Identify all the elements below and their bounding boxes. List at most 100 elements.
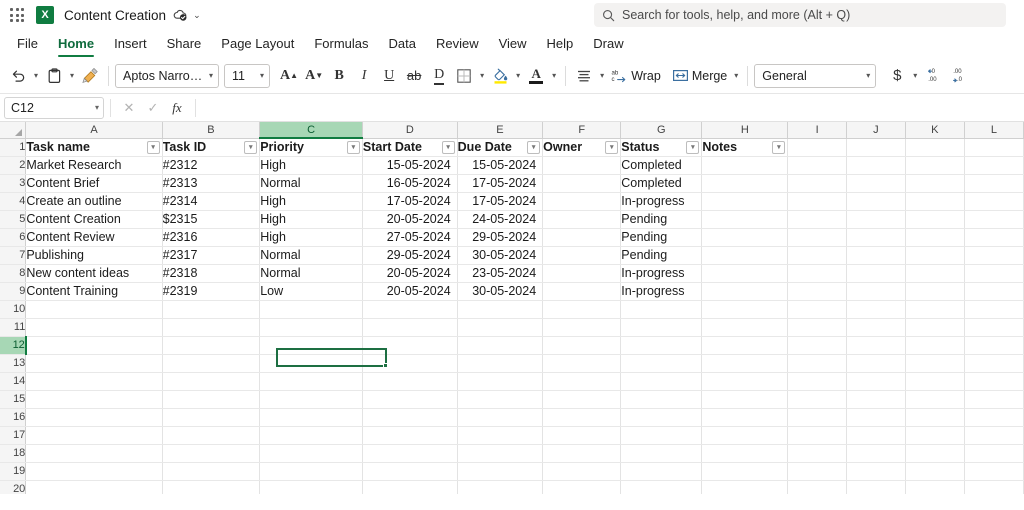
cell-A14[interactable] xyxy=(25,372,163,391)
merge-dropdown-chevron-icon[interactable]: ▾ xyxy=(731,71,741,80)
bold-button[interactable]: B xyxy=(327,63,351,89)
cell-B6[interactable]: #2316 xyxy=(162,228,261,247)
row-header-18[interactable]: 18 xyxy=(0,444,27,463)
ribbon-tab-data[interactable]: Data xyxy=(380,33,425,55)
cell-F2[interactable] xyxy=(542,156,622,175)
cell-K7[interactable] xyxy=(905,246,965,265)
cell-G6[interactable]: Pending xyxy=(620,228,703,247)
currency-format-button[interactable]: $ xyxy=(885,63,909,89)
document-title[interactable]: Content Creation xyxy=(64,8,166,23)
italic-button[interactable]: I xyxy=(352,63,376,89)
cell-F5[interactable] xyxy=(542,210,622,229)
cell-L1[interactable] xyxy=(964,138,1024,157)
cell-J18[interactable] xyxy=(846,444,906,463)
cell-K6[interactable] xyxy=(905,228,965,247)
cell-I12[interactable] xyxy=(787,336,847,355)
cell-E9[interactable]: 30-05-2024 xyxy=(457,282,544,301)
cell-I3[interactable] xyxy=(787,174,847,193)
cell-C6[interactable]: High xyxy=(259,228,363,247)
cell-F12[interactable] xyxy=(542,336,622,355)
filter-dropdown-icon-E[interactable]: ▾ xyxy=(527,140,541,154)
cell-D14[interactable] xyxy=(362,372,458,391)
row-header-8[interactable]: 8 xyxy=(0,264,27,283)
cell-A4[interactable]: Create an outline xyxy=(25,192,163,211)
row-header-1[interactable]: 1 xyxy=(0,138,27,157)
cell-F4[interactable] xyxy=(542,192,622,211)
title-chevron-down-icon[interactable]: ⌄ xyxy=(193,10,201,21)
cell-B1[interactable]: Task ID ▾ xyxy=(162,138,261,157)
cell-H20[interactable] xyxy=(701,480,789,494)
cell-F13[interactable] xyxy=(542,354,622,373)
cell-B14[interactable] xyxy=(162,372,261,391)
cell-E20[interactable] xyxy=(457,480,544,494)
cell-K17[interactable] xyxy=(905,426,965,445)
cell-B15[interactable] xyxy=(162,390,261,409)
cell-C4[interactable]: High xyxy=(259,192,363,211)
ribbon-tab-share[interactable]: Share xyxy=(158,33,211,55)
cell-B3[interactable]: #2313 xyxy=(162,174,261,193)
cell-J14[interactable] xyxy=(846,372,906,391)
cell-L9[interactable] xyxy=(964,282,1024,301)
cell-A16[interactable] xyxy=(25,408,163,427)
fill-color-dropdown-chevron-icon[interactable]: ▾ xyxy=(513,71,523,80)
underline-button[interactable]: U xyxy=(377,63,401,89)
number-format-select[interactable]: General ▾ xyxy=(754,63,877,88)
row-header-14[interactable]: 14 xyxy=(0,372,27,391)
cell-F6[interactable] xyxy=(542,228,622,247)
column-header-F[interactable]: F xyxy=(542,122,622,139)
cell-D8[interactable]: 20-05-2024 xyxy=(362,264,458,283)
ribbon-tab-help[interactable]: Help xyxy=(538,33,583,55)
cell-A15[interactable] xyxy=(25,390,163,409)
cell-J15[interactable] xyxy=(846,390,906,409)
wrap-text-button[interactable]: ab c Wrap xyxy=(608,63,664,89)
cell-B12[interactable] xyxy=(162,336,261,355)
row-header-19[interactable]: 19 xyxy=(0,462,27,481)
filter-dropdown-icon-B[interactable]: ▾ xyxy=(244,140,258,154)
cell-H17[interactable] xyxy=(701,426,789,445)
cell-J12[interactable] xyxy=(846,336,906,355)
strikethrough-button[interactable]: ab xyxy=(402,63,426,89)
cell-H18[interactable] xyxy=(701,444,789,463)
alignment-button[interactable] xyxy=(572,63,596,89)
cell-B11[interactable] xyxy=(162,318,261,337)
column-header-G[interactable]: G xyxy=(620,122,703,139)
cell-I20[interactable] xyxy=(787,480,847,494)
cell-B2[interactable]: #2312 xyxy=(162,156,261,175)
cell-F19[interactable] xyxy=(542,462,622,481)
cell-F1[interactable]: Owner ▾ xyxy=(542,138,622,157)
paste-button[interactable] xyxy=(42,63,66,89)
cell-D16[interactable] xyxy=(362,408,458,427)
cell-L2[interactable] xyxy=(964,156,1024,175)
column-header-D[interactable]: D xyxy=(362,122,458,139)
paste-dropdown-chevron-icon[interactable]: ▾ xyxy=(67,71,77,80)
cell-D20[interactable] xyxy=(362,480,458,494)
cell-F8[interactable] xyxy=(542,264,622,283)
font-color-dropdown-chevron-icon[interactable]: ▾ xyxy=(549,71,559,80)
cell-L11[interactable] xyxy=(964,318,1024,337)
cell-C7[interactable]: Normal xyxy=(259,246,363,265)
app-launcher-icon[interactable] xyxy=(8,6,26,24)
cell-H4[interactable] xyxy=(701,192,789,211)
column-header-H[interactable]: H xyxy=(701,122,789,139)
cell-C18[interactable] xyxy=(259,444,363,463)
cell-C2[interactable]: High xyxy=(259,156,363,175)
cell-G3[interactable]: Completed xyxy=(620,174,703,193)
cell-D1[interactable]: Start Date ▾ xyxy=(362,138,458,157)
cell-B16[interactable] xyxy=(162,408,261,427)
cell-J16[interactable] xyxy=(846,408,906,427)
cell-J6[interactable] xyxy=(846,228,906,247)
ribbon-tab-home[interactable]: Home xyxy=(49,33,103,57)
cell-C8[interactable]: Normal xyxy=(259,264,363,283)
cell-G5[interactable]: Pending xyxy=(620,210,703,229)
row-header-9[interactable]: 9 xyxy=(0,282,27,301)
cell-K13[interactable] xyxy=(905,354,965,373)
cell-E2[interactable]: 15-05-2024 xyxy=(457,156,544,175)
search-input-placeholder[interactable]: Search for tools, help, and more (Alt + … xyxy=(622,8,850,22)
cell-L14[interactable] xyxy=(964,372,1024,391)
ribbon-tab-view[interactable]: View xyxy=(490,33,536,55)
row-header-12[interactable]: 12 xyxy=(0,336,27,355)
cell-F11[interactable] xyxy=(542,318,622,337)
font-color-button[interactable]: A xyxy=(524,63,548,89)
cell-L17[interactable] xyxy=(964,426,1024,445)
filter-dropdown-icon-C[interactable]: ▾ xyxy=(346,141,360,154)
